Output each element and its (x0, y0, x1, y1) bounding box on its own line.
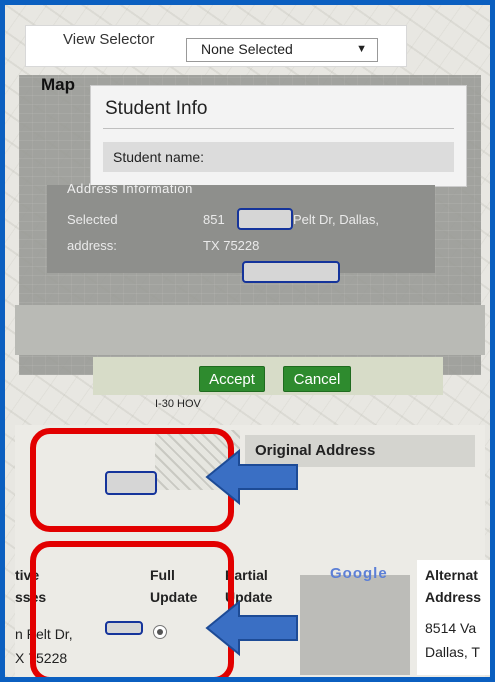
student-name-label: Student name: (113, 149, 205, 165)
column-header-alternate-line2: Address (425, 589, 482, 605)
arrow-left-icon (205, 599, 298, 657)
dropdown-selected-value: None Selected (201, 41, 293, 57)
alternate-address-line1: 8514 Va (425, 620, 477, 636)
cancel-button[interactable]: Cancel (283, 366, 351, 392)
redaction-box (237, 208, 293, 230)
redaction-box (242, 261, 340, 283)
address-line1-end: Pelt Dr, Dallas, (293, 212, 379, 227)
address-line2: TX 75228 (203, 238, 260, 253)
screenshot-frame: View Selector None Selected ▼ Map Studen… (0, 0, 495, 682)
selected-label: Selected (67, 212, 118, 227)
map-title: Map (41, 75, 75, 94)
address-heading: Address Information (67, 181, 193, 196)
action-bar (93, 357, 443, 395)
address-label: address: (67, 238, 117, 253)
alternate-address-line2: Dallas, T (425, 644, 480, 660)
column-header-alternate-line1: Alternat (425, 567, 478, 583)
address-line1-start: 851 (203, 212, 225, 227)
callout-original-address (30, 428, 234, 532)
divider (103, 128, 454, 129)
view-selector-label: View Selector (63, 31, 155, 48)
view-selector-dropdown[interactable]: None Selected ▼ (186, 38, 378, 62)
callout-update-selection (30, 541, 234, 677)
dropdown-caret-icon: ▼ (356, 43, 367, 55)
arrow-left-icon (205, 448, 298, 506)
map-strip (15, 305, 485, 355)
accept-button[interactable]: Accept (199, 366, 265, 392)
student-name-row: Student name: (103, 142, 454, 172)
map-road-label: I-30 HOV (155, 398, 201, 410)
table-gray-column (300, 575, 410, 675)
student-info-panel: Student Info Student name: (90, 85, 467, 187)
google-logo: Google (330, 565, 388, 582)
student-info-title: Student Info (105, 98, 208, 119)
